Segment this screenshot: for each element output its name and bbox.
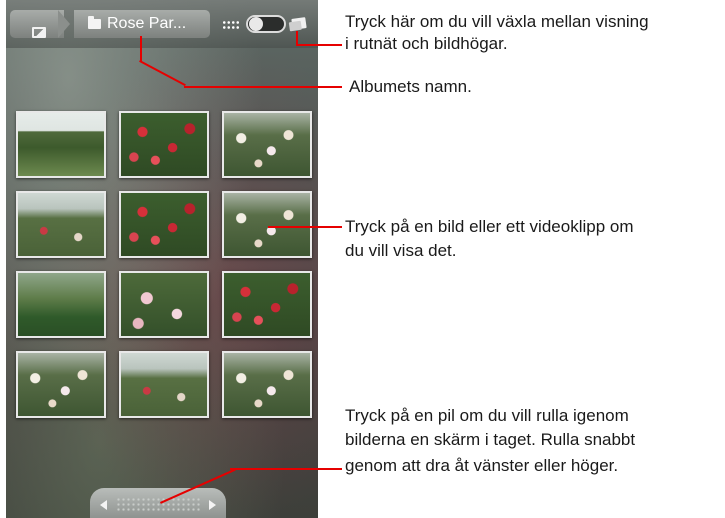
breadcrumb-separator bbox=[58, 10, 70, 38]
stack-view-icon[interactable] bbox=[291, 17, 307, 30]
callout-line-toggle-v bbox=[296, 31, 298, 45]
folder-icon bbox=[88, 16, 101, 29]
callout-pager-line1: Tryck på en pil om du vill rulla igenom bbox=[345, 406, 629, 425]
pager-drag-handle[interactable] bbox=[116, 497, 200, 513]
thumbnail-r2-c3[interactable] bbox=[222, 191, 312, 258]
gallery-home-button[interactable] bbox=[10, 10, 64, 38]
callout-pager-line3: genom att dra åt vänster eller höger. bbox=[345, 456, 619, 475]
callout-album-name: Albumets namn. bbox=[349, 77, 472, 96]
callout-line-album-h bbox=[184, 86, 342, 88]
callout-line-toggle-h bbox=[296, 44, 342, 46]
album-name: Rose Par... bbox=[107, 15, 187, 32]
grid-view-icon[interactable] bbox=[222, 20, 240, 30]
callout-line-pager-h bbox=[230, 468, 342, 470]
thumbnail-r2-c1[interactable] bbox=[16, 191, 106, 258]
callout-pager-line2: bilderna en skärm i taget. Rulla snabbt bbox=[345, 430, 636, 449]
gallery-screen: Rose Par... bbox=[6, 0, 318, 518]
thumbnail-r3-c1[interactable] bbox=[16, 271, 106, 338]
thumbnail-r4-c3[interactable] bbox=[222, 351, 312, 418]
arrow-right-icon[interactable] bbox=[209, 500, 216, 510]
pager-control[interactable] bbox=[90, 488, 226, 518]
callout-tap-image-line1: Tryck på en bild eller ett videoklipp om bbox=[345, 217, 634, 236]
arrow-left-icon[interactable] bbox=[100, 500, 107, 510]
callout-line-image bbox=[268, 226, 342, 228]
thumbnail-r3-c3[interactable] bbox=[222, 271, 312, 338]
toggle-knob bbox=[249, 17, 263, 31]
thumbnail-r1-c2[interactable] bbox=[119, 111, 209, 178]
callout-line-album-up bbox=[140, 36, 142, 62]
thumbnail-r1-c1[interactable] bbox=[16, 111, 106, 178]
thumbnail-r3-c2[interactable] bbox=[119, 271, 209, 338]
thumbnail-r2-c2[interactable] bbox=[119, 191, 209, 258]
gallery-toolbar: Rose Par... bbox=[6, 0, 318, 48]
callout-view-toggle-line2: i rutnät och bildhögar. bbox=[345, 34, 508, 53]
view-mode-toggle[interactable] bbox=[246, 15, 286, 33]
callout-view-toggle-line1: Tryck här om du vill växla mellan visnin… bbox=[345, 12, 649, 31]
album-breadcrumb[interactable]: Rose Par... bbox=[74, 10, 210, 38]
gallery-icon bbox=[32, 27, 46, 38]
callout-tap-image-line2: du vill visa det. bbox=[345, 241, 457, 260]
thumbnail-r4-c1[interactable] bbox=[16, 351, 106, 418]
thumbnail-r1-c3[interactable] bbox=[222, 111, 312, 178]
thumbnail-r4-c2[interactable] bbox=[119, 351, 209, 418]
